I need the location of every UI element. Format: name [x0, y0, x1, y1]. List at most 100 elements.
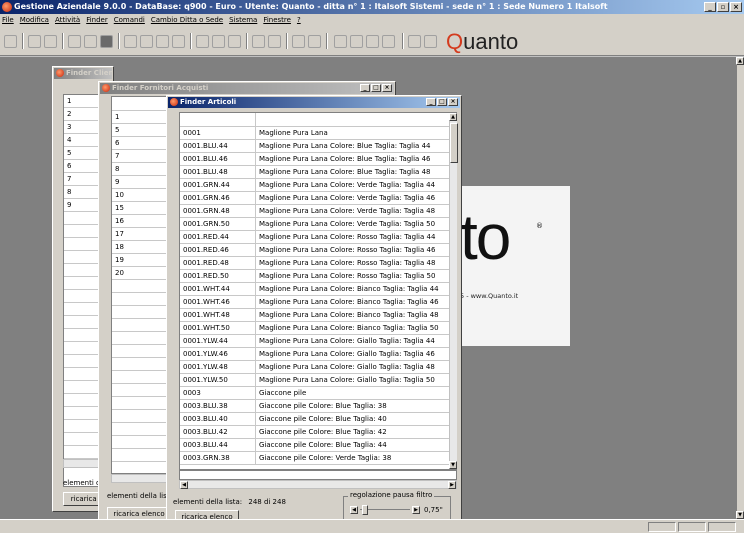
- cut-icon[interactable]: [140, 35, 153, 48]
- table-row[interactable]: 20: [112, 267, 170, 280]
- table-row[interactable]: 0003.BLU.42 Giaccone pile Colore: Blue Ta…: [180, 426, 456, 439]
- table-row[interactable]: 7: [112, 150, 170, 163]
- table-row[interactable]: 0003.BLU.40 Giaccone pile Colore: Blue Ta…: [180, 413, 456, 426]
- table-row[interactable]: 0001.WHT.48 Maglione Pura Lana Colore: Bi…: [180, 309, 456, 322]
- table-row[interactable]: 0001.RED.48 Maglione Pura Lana Colore: Ro…: [180, 257, 456, 270]
- table-row[interactable]: 0001.GRN.44 Maglione Pura Lana Colore: Ve…: [180, 179, 456, 192]
- users-icon[interactable]: [100, 35, 113, 48]
- table-row[interactable]: [112, 306, 170, 319]
- slider-left-button[interactable]: ◀: [350, 506, 358, 514]
- table-row[interactable]: 0001.GRN.46 Maglione Pura Lana Colore: Ve…: [180, 192, 456, 205]
- table-row[interactable]: [112, 293, 170, 306]
- table-row[interactable]: [112, 423, 170, 436]
- menu-finestre[interactable]: Finestre: [263, 14, 291, 26]
- nav-prev-icon[interactable]: [350, 35, 363, 48]
- table-row[interactable]: 0001.YLW.48 Maglione Pura Lana Colore: Gi…: [180, 361, 456, 374]
- table-row[interactable]: 0001.BLU.44 Maglione Pura Lana Colore: Bl…: [180, 140, 456, 153]
- window-title-bar[interactable]: Finder Fornitori Acquisti _ □ ×: [100, 83, 394, 94]
- table-row[interactable]: [112, 332, 170, 345]
- menu-sistema[interactable]: Sistema: [229, 14, 257, 26]
- edit-icon[interactable]: [44, 35, 57, 48]
- table-row[interactable]: [112, 345, 170, 358]
- fornitori-horizontal-scrollbar[interactable]: [111, 474, 171, 483]
- new-icon[interactable]: [4, 35, 17, 48]
- menu-comandi[interactable]: Comandi: [114, 14, 145, 26]
- table-row[interactable]: [112, 358, 170, 371]
- window-title-bar[interactable]: Finder Clienti Vendita: [54, 68, 112, 79]
- articoli-horizontal-scrollbar[interactable]: ◀ ▶: [179, 480, 457, 489]
- undo-icon[interactable]: [172, 35, 185, 48]
- table-row[interactable]: [112, 371, 170, 384]
- menu-modifica[interactable]: Modifica: [20, 14, 49, 26]
- table-row[interactable]: [112, 319, 170, 332]
- cut-icon[interactable]: [28, 35, 41, 48]
- window-minimize-button[interactable]: _: [360, 84, 370, 92]
- table-row[interactable]: 0001.RED.46 Maglione Pura Lana Colore: Ro…: [180, 244, 456, 257]
- table-row[interactable]: 0001.WHT.50 Maglione Pura Lana Colore: Bi…: [180, 322, 456, 335]
- table-row[interactable]: [112, 280, 170, 293]
- table-row[interactable]: 9: [112, 176, 170, 189]
- table-row[interactable]: 0001.GRN.48 Maglione Pura Lana Colore: Ve…: [180, 205, 456, 218]
- window-close-button[interactable]: ×: [382, 84, 392, 92]
- table-row[interactable]: 19: [112, 254, 170, 267]
- database-icon[interactable]: [292, 35, 305, 48]
- exit-icon[interactable]: [424, 35, 437, 48]
- minimize-button[interactable]: _: [704, 2, 716, 12]
- nav-last-icon[interactable]: [382, 35, 395, 48]
- refresh-icon[interactable]: [84, 35, 97, 48]
- table-row[interactable]: [112, 384, 170, 397]
- table-row[interactable]: 8: [112, 163, 170, 176]
- nav-first-icon[interactable]: [334, 35, 347, 48]
- table-row[interactable]: 1: [112, 111, 170, 124]
- slider-right-button[interactable]: ▶: [412, 506, 420, 514]
- table-row[interactable]: 17: [112, 228, 170, 241]
- document-icon[interactable]: [68, 35, 81, 48]
- table-row[interactable]: 0003 Giaccone pile: [180, 387, 456, 400]
- menu-help[interactable]: ?: [297, 14, 301, 26]
- table-row[interactable]: 0001.WHT.44 Maglione Pura Lana Colore: Bi…: [180, 283, 456, 296]
- table-row[interactable]: 6: [112, 137, 170, 150]
- table-row[interactable]: 0001.YLW.44 Maglione Pura Lana Colore: Gi…: [180, 335, 456, 348]
- window-maximize-button[interactable]: □: [437, 98, 447, 106]
- restore-button[interactable]: ▫: [717, 2, 729, 12]
- menu-finder[interactable]: Finder: [86, 14, 108, 26]
- scroll-up-button[interactable]: ▲: [736, 57, 744, 65]
- menu-attivita[interactable]: Attività: [55, 14, 80, 26]
- table-row[interactable]: 0001.YLW.50 Maglione Pura Lana Colore: Gi…: [180, 374, 456, 387]
- help-icon[interactable]: [408, 35, 421, 48]
- menu-cambio-ditta[interactable]: Cambio Ditta o Sede: [151, 14, 223, 26]
- table-row[interactable]: [112, 410, 170, 423]
- table-row[interactable]: 0001.GRN.50 Maglione Pura Lana Colore: Ve…: [180, 218, 456, 231]
- scroll-down-button[interactable]: ▼: [736, 511, 744, 519]
- table-row[interactable]: [112, 397, 170, 410]
- filter-pause-slider-thumb[interactable]: [362, 505, 368, 515]
- preview-icon[interactable]: [268, 35, 281, 48]
- table-row[interactable]: 0001.BLU.46 Maglione Pura Lana Colore: Bl…: [180, 153, 456, 166]
- filter-icon[interactable]: [228, 35, 241, 48]
- nav-next-icon[interactable]: [366, 35, 379, 48]
- window-close-button[interactable]: ×: [448, 98, 458, 106]
- table-row[interactable]: 15: [112, 202, 170, 215]
- paste-icon[interactable]: [156, 35, 169, 48]
- table-row[interactable]: 0001.WHT.46 Maglione Pura Lana Colore: Bi…: [180, 296, 456, 309]
- window-title-bar[interactable]: Finder Articoli _ □ ×: [168, 97, 460, 108]
- close-button[interactable]: ×: [730, 2, 742, 12]
- scroll-right-button[interactable]: ▶: [448, 481, 456, 489]
- print-icon[interactable]: [252, 35, 265, 48]
- chart-icon[interactable]: [308, 35, 321, 48]
- scroll-down-button[interactable]: ▼: [449, 461, 457, 469]
- copy-icon[interactable]: [124, 35, 137, 48]
- table-row[interactable]: [112, 436, 170, 449]
- scroll-thumb[interactable]: [450, 123, 458, 163]
- table-row[interactable]: [112, 449, 170, 462]
- table-row[interactable]: 18: [112, 241, 170, 254]
- workspace-scrollbar[interactable]: ▲ ▼: [736, 57, 744, 519]
- menu-file[interactable]: File: [2, 14, 14, 26]
- table-row[interactable]: 5: [112, 124, 170, 137]
- table-row[interactable]: 0001 Maglione Pura Lana: [180, 127, 456, 140]
- scroll-left-button[interactable]: ◀: [180, 481, 188, 489]
- table-row[interactable]: 0003.BLU.38 Giaccone pile Colore: Blue Ta…: [180, 400, 456, 413]
- table-row[interactable]: 0001.RED.50 Maglione Pura Lana Colore: Ro…: [180, 270, 456, 283]
- articoli-filter-row[interactable]: [179, 470, 457, 480]
- table-row[interactable]: 0003.BLU.44 Giaccone pile Colore: Blue Ta…: [180, 439, 456, 452]
